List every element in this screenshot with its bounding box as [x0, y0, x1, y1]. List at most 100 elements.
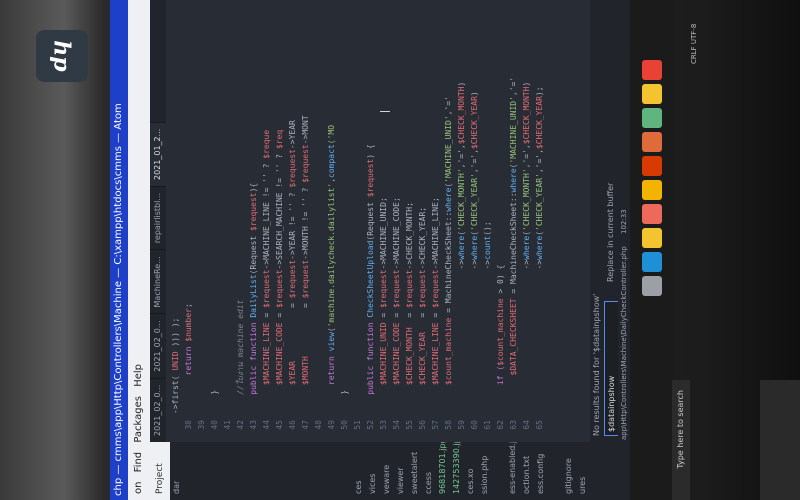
- code-line: 62 if ($count_machine > 0) {: [495, 0, 506, 442]
- editor-tab[interactable]: MachineRe...: [150, 249, 166, 314]
- line-number: 63: [509, 420, 518, 430]
- tab-bar: 2021_02_0...2021_02_0...MachineRe...repa…: [150, 0, 166, 442]
- tree-item[interactable]: viewer: [394, 442, 408, 500]
- code-token: $request: [431, 269, 440, 309]
- taskbar-search-placeholder: Type here to search: [676, 390, 685, 469]
- tree-item[interactable]: vices: [366, 442, 380, 500]
- settings-icon[interactable]: [642, 276, 662, 296]
- code-token: ))) );: [171, 317, 180, 352]
- menu-item-find[interactable]: Find: [133, 452, 144, 473]
- tree-item[interactable]: [324, 442, 338, 500]
- menu-item-packages[interactable]: Packages: [133, 396, 144, 443]
- code-area[interactable]: ->first( UNID ))) ); 38 return $number; 39…: [166, 0, 590, 442]
- mail-icon[interactable]: [642, 132, 662, 152]
- code-line: 57 $MACHINE_LINE = $request->MACHINE_LIN…: [430, 0, 441, 442]
- photo-scene: hp chp — cmms\app\Http\Controllers\Machi…: [0, 0, 800, 500]
- line-number: 45: [275, 420, 284, 430]
- tree-item[interactable]: ssion.php: [478, 442, 492, 500]
- code-token: (: [509, 163, 518, 169]
- tree-item[interactable]: ces: [352, 442, 366, 500]
- code-text: return $number;: [183, 303, 194, 414]
- tree-item[interactable]: ures: [576, 442, 590, 500]
- menu-item-selection[interactable]: on: [133, 482, 144, 494]
- tree-item[interactable]: [198, 442, 212, 500]
- hp-logo: hp: [36, 30, 88, 82]
- code-line: 65 ->where('CHECK_YEAR','=',$CHECK_YEAR)…: [534, 0, 545, 442]
- tree-item[interactable]: [492, 442, 506, 500]
- menu-item-help[interactable]: Help: [133, 364, 144, 387]
- tree-item[interactable]: ess.config: [534, 442, 548, 500]
- tree-item[interactable]: oction.txt: [520, 442, 534, 500]
- tree-item[interactable]: ces.xo: [464, 442, 478, 500]
- tree-item[interactable]: ccess: [422, 442, 436, 500]
- line-number: 43: [249, 420, 258, 430]
- tree-item[interactable]: [240, 442, 254, 500]
- chrome-icon[interactable]: [642, 60, 662, 80]
- code-token: ,: [327, 177, 336, 183]
- code-token: (: [457, 230, 466, 236]
- word-icon[interactable]: [642, 180, 662, 200]
- tree-item[interactable]: sweetalert: [408, 442, 422, 500]
- edge-icon[interactable]: [642, 252, 662, 272]
- tree-item[interactable]: [226, 442, 240, 500]
- tree-item[interactable]: 96818701.jpg: [436, 442, 450, 500]
- code-token: ->: [535, 259, 544, 414]
- tree-item[interactable]: [212, 442, 226, 500]
- code-token: ) {: [366, 144, 375, 159]
- code-token: where: [522, 235, 531, 260]
- tree-item[interactable]: [296, 442, 310, 500]
- store-icon[interactable]: [642, 228, 662, 248]
- tree-item[interactable]: [310, 442, 324, 500]
- editor-tab[interactable]: 2021_02_0...: [150, 313, 166, 378]
- tree-item[interactable]: [184, 442, 198, 500]
- code-token: public function: [366, 317, 375, 414]
- code-token: $request: [275, 269, 284, 309]
- code-token: ,'=',: [470, 149, 479, 174]
- file-explorer-icon[interactable]: [642, 84, 662, 104]
- code-token: ->MONT: [301, 115, 310, 145]
- code-token: $CHECK_MONTH: [457, 86, 466, 145]
- atom-icon[interactable]: [642, 108, 662, 128]
- status-cursor-position[interactable]: 102:33: [620, 209, 628, 234]
- taskbar-search[interactable]: Type here to search: [672, 380, 690, 500]
- tree-item[interactable]: ess-enabled.json: [506, 442, 520, 500]
- code-line: 55 $CHECK_MONTH = $request->CHECK_MONTH;: [404, 0, 415, 442]
- line-number: 58: [444, 420, 453, 430]
- excel-icon[interactable]: [642, 204, 662, 224]
- tree-item[interactable]: [548, 442, 562, 500]
- code-token: $MONTH: [301, 356, 310, 386]
- code-token: $CHECK_YEAR: [535, 96, 544, 150]
- code-line: 45 $MACHINE_CODE = $request->SEARCH_MACH…: [274, 0, 285, 442]
- code-token: $request: [262, 269, 271, 309]
- tree-item[interactable]: veware: [380, 442, 394, 500]
- tree-item[interactable]: [268, 442, 282, 500]
- code-token: UNID: [171, 351, 180, 371]
- code-token: ->: [483, 259, 492, 414]
- app-icon[interactable]: [642, 156, 662, 176]
- code-text: ->where('CHECK_MONTH','=',$CHECK_MONTH): [521, 82, 532, 414]
- editor-tab[interactable]: repairlistbl...: [150, 186, 166, 250]
- code-line: 46 $YEAR = $request->YEAR != '' ? $reque…: [287, 0, 298, 442]
- code-text: $MACHINE_CODE = $request->SEARCH_MACHINE…: [274, 130, 285, 414]
- code-text: $MONTH = $request->MONTH != '' ? $reques…: [300, 115, 311, 414]
- code-token: $MACHINE_LINE: [262, 322, 271, 386]
- line-number: 38: [184, 420, 193, 430]
- tree-item[interactable]: 142753390.jpg: [450, 442, 464, 500]
- tree-item[interactable]: gitignore: [562, 442, 576, 500]
- status-file-path[interactable]: app\Http\Controllers\Machine\DailyCheckC…: [620, 246, 628, 440]
- tree-item[interactable]: [338, 442, 352, 500]
- project-tree-header[interactable]: Project: [150, 442, 170, 500]
- editor-tab[interactable]: 2021_01_2...: [150, 121, 166, 186]
- code-text: ->where('CHECK_MONTH','=',$CHECK_MONTH): [456, 82, 467, 414]
- tree-item[interactable]: [254, 442, 268, 500]
- tree-item[interactable]: [282, 442, 296, 500]
- code-token: ,'=': [444, 96, 453, 116]
- code-token: $reque: [262, 129, 271, 159]
- editor-tab[interactable]: 2021_02_0...: [150, 377, 166, 442]
- code-token: (Request: [366, 197, 375, 241]
- tree-item[interactable]: dar: [170, 442, 184, 500]
